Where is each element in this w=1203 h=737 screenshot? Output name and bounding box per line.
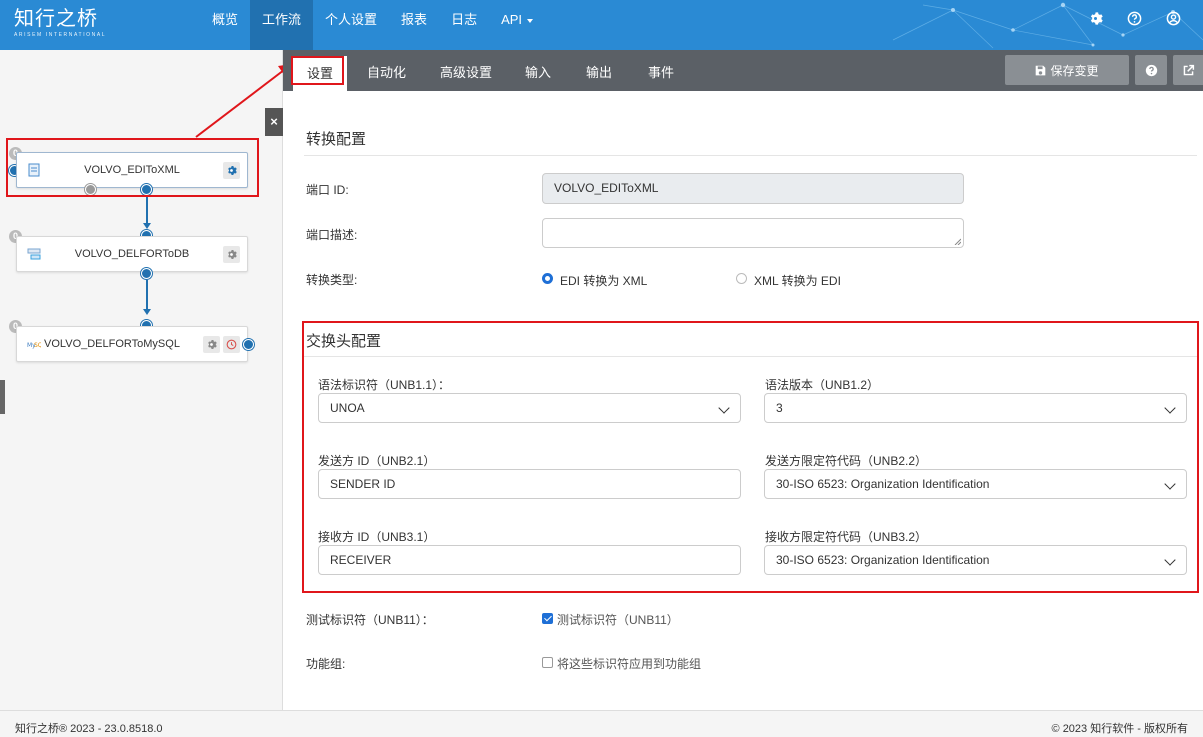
test-indicator-checkbox-label[interactable]: 测试标识符（UNB11） [557,611,679,628]
flow-node-volvo-delfortomysql[interactable]: MySQL VOLVO_DELFORToMySQL [16,326,248,362]
tab-advanced-label: 高级设置 [440,65,493,80]
open-external-button[interactable] [1173,55,1203,85]
annotation-highlight-tab [291,56,344,85]
close-panel-button[interactable]: × [265,108,283,136]
save-changes-button[interactable]: 保存变更 [1005,55,1129,85]
connector-line [146,280,148,310]
functional-group-checkbox-label[interactable]: 将这些标识符应用到功能组 [557,655,701,672]
nav-workflow-label: 工作流 [262,12,302,27]
tab-events-label: 事件 [648,65,675,80]
port-description-label: 端口描述: [306,228,358,242]
help-icon[interactable] [1127,11,1142,26]
test-indicator-checkbox[interactable] [542,613,553,624]
footer-copyright: © 2023 知行软件 - 版权所有 [1051,723,1188,735]
tab-output[interactable]: 输出 [586,50,612,91]
node-settings-gear-icon[interactable] [223,246,240,263]
brand-subtitle: ARISEM INTERNATIONAL [14,32,107,38]
nav-reports-label: 报表 [401,12,428,27]
node-label: VOLVO_DELFORToMySQL [44,338,180,350]
functional-group-label: 功能组: [306,657,346,671]
main-nav: 概览 工作流 个人设置 报表 日志 API [200,0,545,50]
connector-arrow-icon [143,309,151,315]
annotation-highlight-interchange [302,321,1199,593]
node-output-port[interactable] [243,339,254,350]
nav-workflow[interactable]: 工作流 [250,0,314,50]
tab-automation[interactable]: 自动化 [367,50,406,91]
nav-logs-label: 日志 [451,12,478,27]
functional-group-checkbox[interactable] [542,657,553,668]
tab-automation-label: 自动化 [367,65,407,80]
top-navbar: 知行之桥 ARISEM INTERNATIONAL 概览 工作流 个人设置 报表… [0,0,1203,50]
gear-icon[interactable] [1088,11,1103,26]
external-link-icon [1183,64,1194,75]
nav-reports[interactable]: 报表 [389,0,439,50]
annotation-highlight-node [6,138,259,197]
nav-api[interactable]: API [489,0,545,50]
help-icon [1145,64,1157,76]
brand-logo[interactable]: 知行之桥 ARISEM INTERNATIONAL [14,8,106,38]
radio-edi-to-xml[interactable] [542,273,553,284]
node-output-port[interactable] [141,268,152,279]
tab-input-label: 输入 [525,65,552,80]
brand-name: 知行之桥 [14,8,98,30]
nav-profile-label: 个人设置 [325,12,378,27]
footer: 知行之桥® 2023 - 23.0.8518.0 © 2023 知行软件 - 版… [0,710,1203,737]
connector-arrow-icon [143,223,151,229]
chevron-down-icon [527,18,534,23]
node-schedule-clock-icon[interactable] [223,336,240,353]
footer-version: 知行之桥® 2023 - 23.0.8518.0 [15,723,163,735]
panel-resize-handle[interactable] [0,380,5,414]
help-button[interactable] [1135,55,1167,85]
user-icon[interactable] [1166,11,1181,26]
nav-logs[interactable]: 日志 [439,0,489,50]
tab-input[interactable]: 输入 [525,50,551,91]
nav-overview-label: 概览 [212,12,239,27]
test-indicator-label: 测试标识符（UNB11）： [306,613,434,627]
connector-line [146,196,148,224]
radio-xml-to-edi[interactable] [736,273,747,284]
tab-advanced[interactable]: 高级设置 [440,50,492,91]
section-divider [304,155,1197,156]
node-settings-gear-icon[interactable] [203,336,220,353]
radio-edi-to-xml-label[interactable]: EDI 转换为 XML [560,272,647,289]
nav-overview[interactable]: 概览 [200,0,250,50]
save-changes-label: 保存变更 [1050,63,1099,78]
tab-output-label: 输出 [586,65,613,80]
port-description-textarea[interactable] [542,218,964,248]
top-icon-group [1088,11,1181,26]
nav-api-label: API [501,12,523,27]
conversion-type-label: 转换类型: [306,273,358,287]
radio-xml-to-edi-label[interactable]: XML 转换为 EDI [754,272,841,289]
conversion-section-title: 转换配置 [306,131,367,148]
save-icon [1036,65,1046,75]
port-id-label: 端口 ID: [306,183,349,197]
flow-node-volvo-delfortodb[interactable]: VOLVO_DELFORToDB [16,236,248,272]
resize-grip-icon[interactable] [954,238,961,245]
port-id-field: VOLVO_EDIToXML [542,173,964,204]
tab-events[interactable]: 事件 [648,50,674,91]
node-label: VOLVO_DELFORToDB [74,248,190,260]
nav-profile[interactable]: 个人设置 [313,0,389,50]
